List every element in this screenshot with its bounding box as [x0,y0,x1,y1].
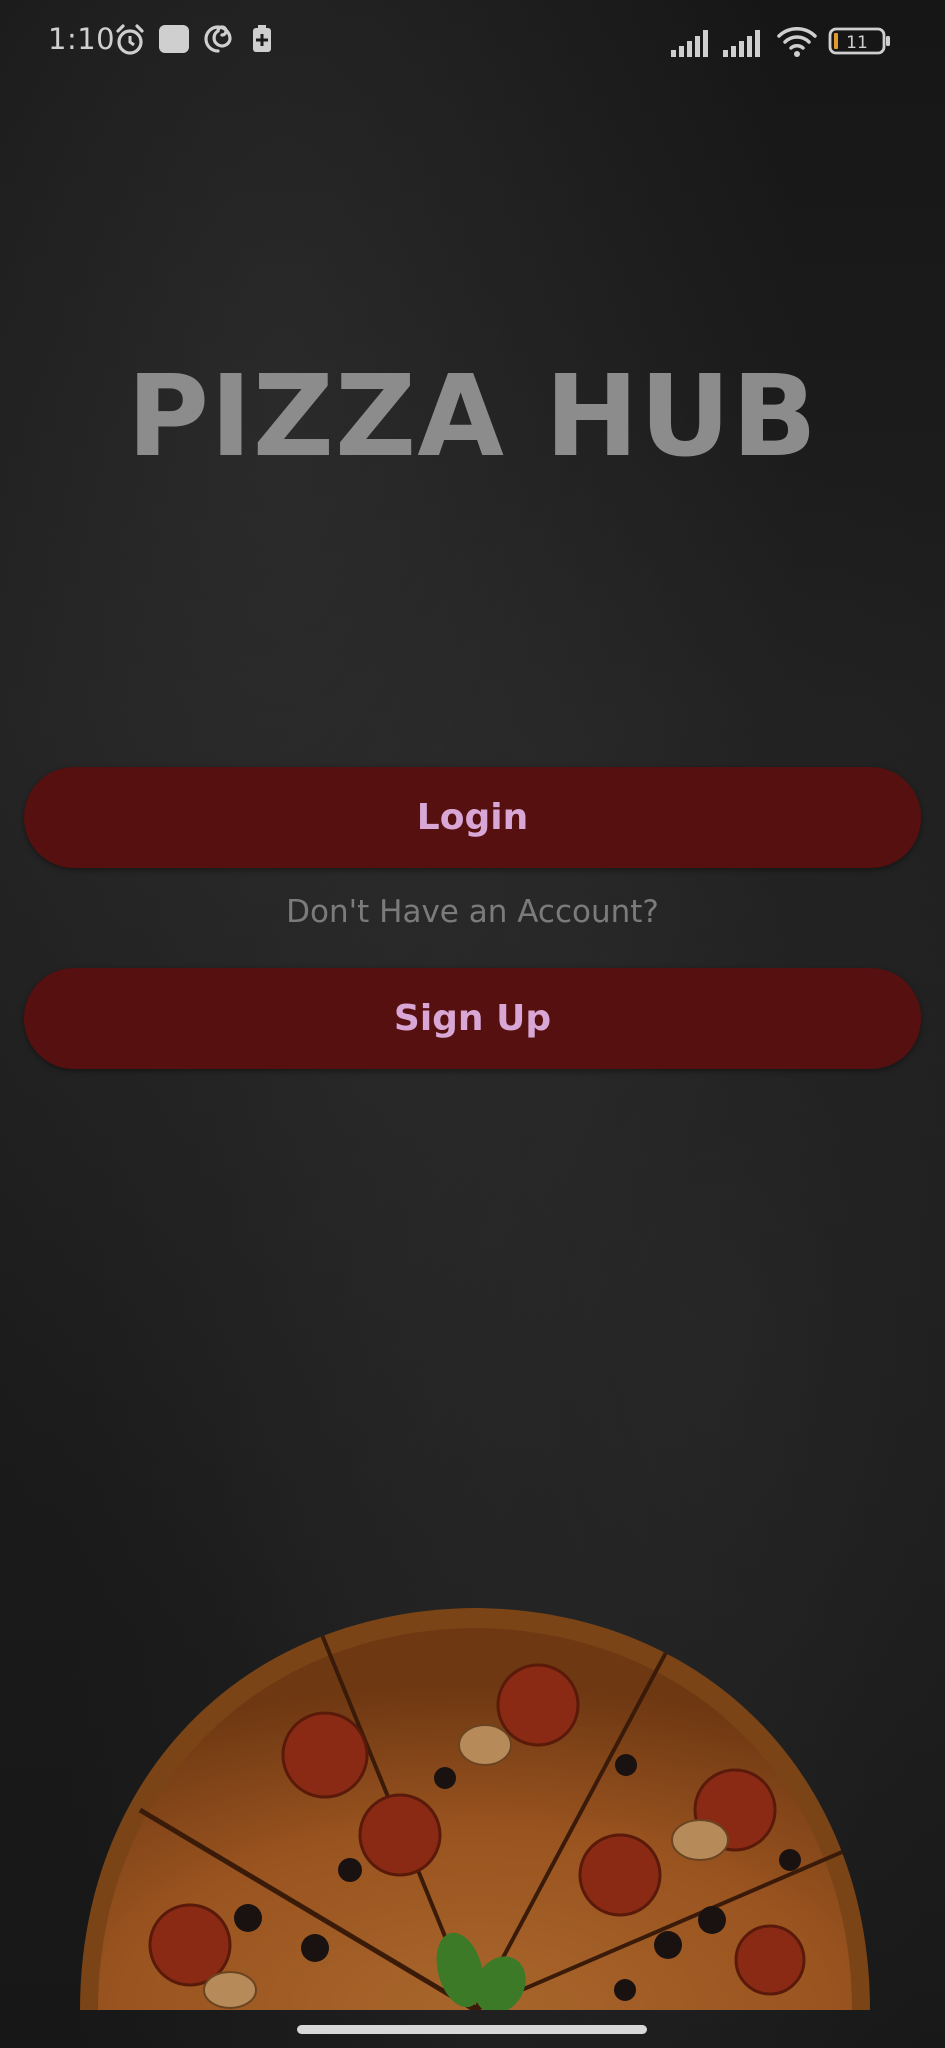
square-notification-icon [158,22,190,61]
status-time: 1:10 [48,22,116,56]
battery-saver-icon [250,22,274,61]
battery-level-text: 11 [846,33,868,53]
status-bar: 1:10 11 [0,0,945,84]
pizza-image [80,1608,870,2010]
alarm-icon [112,22,148,63]
battery-icon: 11 [828,26,892,61]
account-prompt: Don't Have an Account? [286,894,659,930]
home-indicator[interactable] [297,2025,647,2034]
signal-icon [670,28,714,63]
swirl-app-icon [201,22,235,61]
signal-icon [722,28,766,63]
app-title: PIZZA HUB [127,352,818,482]
welcome-screen: 1:10 11 PIZZA HUB Login Don't Have an Ac… [0,0,945,2048]
login-button[interactable]: Login [24,767,921,868]
wifi-icon [776,24,818,63]
sign-up-button[interactable]: Sign Up [24,968,921,1069]
